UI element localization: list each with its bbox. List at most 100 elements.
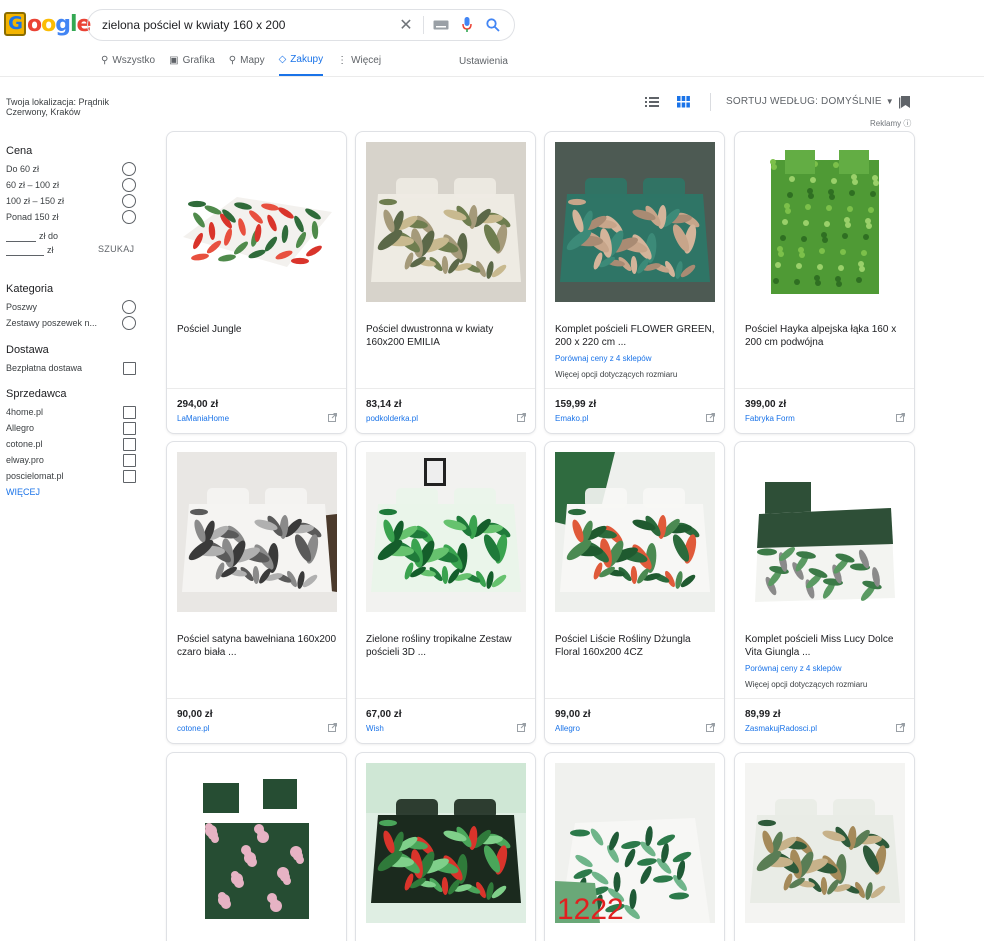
- filter-option[interactable]: Allegro: [6, 420, 136, 436]
- product-card[interactable]: 1222: [544, 752, 725, 941]
- ads-label[interactable]: Reklamy ⓘ: [870, 118, 911, 129]
- product-image[interactable]: [366, 142, 526, 302]
- radio-button[interactable]: [122, 316, 136, 330]
- filter-option[interactable]: elway.pro: [6, 452, 136, 468]
- size-options-text[interactable]: Więcej opcji dotyczących rozmiaru: [555, 370, 677, 379]
- compare-prices-link[interactable]: Porównaj ceny z 4 sklepów: [745, 664, 842, 673]
- product-title[interactable]: Pościel Hayka alpejska łąka 160 x 200 cm…: [745, 323, 905, 349]
- radio-button[interactable]: [122, 300, 136, 314]
- tab-wiecej[interactable]: ⋮ Więcej: [337, 52, 381, 76]
- store-link[interactable]: LaManiaHome: [177, 414, 229, 423]
- tab-zakupy[interactable]: ◇ Zakupy: [278, 52, 324, 76]
- tab-mapy[interactable]: ⚲ Mapy: [229, 52, 265, 76]
- radio-button[interactable]: [122, 194, 136, 208]
- external-link-icon[interactable]: [517, 413, 526, 422]
- product-image[interactable]: [177, 763, 337, 923]
- product-card[interactable]: Zielone rośliny tropikalne Zestaw poście…: [355, 441, 536, 744]
- filter-option[interactable]: Zestawy poszewek n...: [6, 315, 136, 331]
- product-image[interactable]: [555, 142, 715, 302]
- store-link[interactable]: ZasmakujRadosci.pl: [745, 724, 817, 733]
- filter-option[interactable]: Do 60 zł: [6, 161, 136, 177]
- product-image[interactable]: [745, 142, 905, 302]
- tab-grafika[interactable]: ▣ Grafika: [169, 52, 215, 76]
- store-link[interactable]: Wish: [366, 724, 384, 733]
- product-image[interactable]: [366, 763, 526, 923]
- product-card[interactable]: Komplet pościeli Miss Lucy Dolce Vita Gi…: [734, 441, 915, 744]
- filter-option[interactable]: poscielomat.pl: [6, 468, 136, 484]
- store-link[interactable]: Allegro: [555, 724, 580, 733]
- clear-icon[interactable]: ✕: [393, 12, 419, 38]
- checkbox[interactable]: [123, 437, 136, 451]
- product-image[interactable]: [745, 452, 905, 612]
- external-link-icon[interactable]: [706, 413, 715, 422]
- product-image[interactable]: [745, 763, 905, 923]
- product-image[interactable]: [177, 452, 337, 612]
- radio-button[interactable]: [122, 162, 136, 176]
- product-title[interactable]: Zielone rośliny tropikalne Zestaw poście…: [366, 633, 526, 659]
- store-link[interactable]: Emako.pl: [555, 414, 588, 423]
- product-card[interactable]: Pościel Liście Rośliny Dżungla Floral 16…: [544, 441, 725, 744]
- more-sellers-link[interactable]: WIĘCEJ: [6, 487, 136, 497]
- store-link[interactable]: cotone.pl: [177, 724, 209, 733]
- product-image[interactable]: [555, 452, 715, 612]
- google-logo[interactable]: Google: [4, 10, 91, 38]
- compare-prices-link[interactable]: Porównaj ceny z 4 sklepów: [555, 354, 652, 363]
- tab-wszystko[interactable]: ⚲ Wszystko: [101, 52, 155, 76]
- filter-option[interactable]: Ponad 150 zł: [6, 209, 136, 225]
- search-box[interactable]: zielona pościel w kwiaty 160 x 200 ✕: [87, 9, 515, 41]
- sort-dropdown[interactable]: SORTUJ WEDŁUG: DOMYŚLNIE ▼: [726, 96, 894, 107]
- tag-icon: ◇: [278, 53, 287, 65]
- filter-option[interactable]: Poszwy: [6, 299, 136, 315]
- list-view-icon[interactable]: [645, 96, 659, 108]
- checkbox[interactable]: [123, 361, 136, 375]
- price-min-input[interactable]: [6, 230, 36, 242]
- external-link-icon[interactable]: [517, 723, 526, 732]
- checkbox[interactable]: [123, 405, 136, 419]
- radio-button[interactable]: [122, 210, 136, 224]
- product-title[interactable]: Pościel dwustronna w kwiaty 160x200 EMIL…: [366, 323, 526, 349]
- product-card[interactable]: Pościel Hayka alpejska łąka 160 x 200 cm…: [734, 131, 915, 434]
- search-input[interactable]: zielona pościel w kwiaty 160 x 200: [102, 18, 393, 32]
- checkbox[interactable]: [123, 453, 136, 467]
- filter-option[interactable]: 100 zł – 150 zł: [6, 193, 136, 209]
- external-link-icon[interactable]: [328, 723, 337, 732]
- size-options-text[interactable]: Więcej opcji dotyczących rozmiaru: [745, 680, 867, 689]
- external-link-icon[interactable]: [706, 723, 715, 732]
- product-title[interactable]: Pościel satyna bawełniana 160x200 czaro …: [177, 633, 337, 659]
- product-card[interactable]: Pościel Jungle 294,00 zł LaManiaHome: [166, 131, 347, 434]
- product-title[interactable]: Komplet pościeli FLOWER GREEN, 200 x 220…: [555, 323, 715, 349]
- price-search-button[interactable]: SZUKAJ: [98, 244, 134, 254]
- product-title[interactable]: Komplet pościeli Miss Lucy Dolce Vita Gi…: [745, 633, 905, 659]
- store-link[interactable]: Fabryka Form: [745, 414, 795, 423]
- filter-option[interactable]: cotone.pl: [6, 436, 136, 452]
- radio-button[interactable]: [122, 178, 136, 192]
- store-link[interactable]: podkolderka.pl: [366, 414, 418, 423]
- filter-option[interactable]: Bezpłatna dostawa: [6, 360, 136, 376]
- product-card[interactable]: Pościel dwustronna w kwiaty 160x200 EMIL…: [355, 131, 536, 434]
- product-image[interactable]: 1222: [555, 763, 715, 923]
- external-link-icon[interactable]: [896, 413, 905, 422]
- saved-items-icon[interactable]: [899, 95, 911, 109]
- checkbox[interactable]: [123, 421, 136, 435]
- price-from-label: zł do: [39, 231, 59, 241]
- product-image[interactable]: [177, 142, 337, 302]
- grid-view-icon[interactable]: [677, 96, 690, 108]
- filter-option[interactable]: 60 zł – 100 zł: [6, 177, 136, 193]
- product-title[interactable]: Pościel Jungle: [177, 323, 337, 336]
- settings-link[interactable]: Ustawienia: [459, 56, 508, 67]
- microphone-icon[interactable]: [454, 12, 480, 38]
- filter-option[interactable]: 4home.pl: [6, 404, 136, 420]
- product-card[interactable]: Komplet pościeli FLOWER GREEN, 200 x 220…: [544, 131, 725, 434]
- product-image[interactable]: [366, 452, 526, 612]
- keyboard-icon[interactable]: [428, 12, 454, 38]
- product-card[interactable]: Pościel satyna bawełniana 160x200 czaro …: [166, 441, 347, 744]
- product-title[interactable]: Pościel Liście Rośliny Dżungla Floral 16…: [555, 633, 715, 659]
- external-link-icon[interactable]: [896, 723, 905, 732]
- product-card[interactable]: [355, 752, 536, 941]
- product-card[interactable]: [166, 752, 347, 941]
- price-max-input[interactable]: [6, 244, 44, 256]
- product-card[interactable]: [734, 752, 915, 941]
- checkbox[interactable]: [123, 469, 136, 483]
- external-link-icon[interactable]: [328, 413, 337, 422]
- search-icon[interactable]: [480, 12, 506, 38]
